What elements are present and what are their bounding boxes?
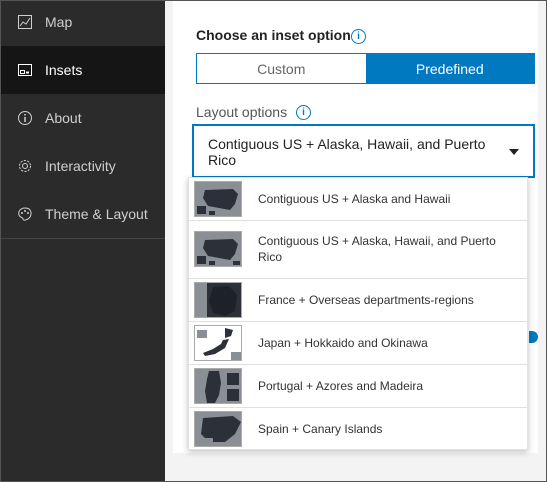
chevron-down-icon xyxy=(509,149,519,155)
palette-icon xyxy=(18,207,32,221)
insets-icon xyxy=(18,64,32,76)
sidebar-item-label: Insets xyxy=(45,62,83,78)
info-icon[interactable]: i xyxy=(296,105,311,120)
list-item[interactable]: Contiguous US + Alaska and Hawaii xyxy=(189,178,527,221)
sidebar-item-label: About xyxy=(45,110,82,126)
option-label: Spain + Canary Islands xyxy=(258,422,383,436)
option-label: Japan + Hokkaido and Okinawa xyxy=(258,336,428,350)
info-icon xyxy=(18,111,32,125)
layout-options-label: Layout options xyxy=(196,104,288,120)
sidebar-item-about[interactable]: About xyxy=(1,94,165,142)
option-label: France + Overseas departments-regions xyxy=(258,293,474,307)
option-label: Contiguous US + Alaska and Hawaii xyxy=(258,192,451,206)
layout-select-value: Contiguous US + Alaska, Hawaii, and Puer… xyxy=(208,136,486,168)
map-icon xyxy=(18,15,32,29)
sidebar-item-interactivity[interactable]: Interactivity xyxy=(1,142,165,190)
spain-map-thumbnail xyxy=(194,411,242,447)
sidebar-item-insets[interactable]: Insets xyxy=(1,46,165,94)
list-item[interactable]: Contiguous US + Alaska, Hawaii, and Puer… xyxy=(189,221,527,279)
france-map-thumbnail xyxy=(194,282,242,318)
sidebar-divider xyxy=(1,238,165,239)
list-item[interactable]: Japan + Hokkaido and Okinawa xyxy=(189,322,527,365)
inset-option-toggle: Custom Predefined xyxy=(196,53,535,84)
sidebar: Map Insets About Interactivity Theme & L… xyxy=(1,1,165,481)
option-label: Portugal + Azores and Madeira xyxy=(258,379,424,393)
sidebar-item-theme-layout[interactable]: Theme & Layout xyxy=(1,190,165,238)
portugal-map-thumbnail xyxy=(194,368,242,404)
us-map-thumbnail xyxy=(194,231,242,267)
section-title: Choose an inset option xyxy=(196,27,351,43)
sidebar-item-map[interactable]: Map xyxy=(1,0,165,46)
hidden-toggle-edge xyxy=(529,331,538,343)
list-item[interactable]: Portugal + Azores and Madeira xyxy=(189,365,527,408)
option-label: Contiguous US + Alaska, Hawaii, and Puer… xyxy=(258,234,496,264)
predefined-tab-button[interactable]: Predefined xyxy=(365,54,534,83)
list-item[interactable]: France + Overseas departments-regions xyxy=(189,279,527,322)
sidebar-item-label: Theme & Layout xyxy=(45,206,148,222)
layout-select[interactable]: Contiguous US + Alaska, Hawaii, and Puer… xyxy=(192,124,535,178)
sidebar-item-label: Interactivity xyxy=(45,158,116,174)
sidebar-item-label: Map xyxy=(45,14,73,30)
us-map-thumbnail xyxy=(194,181,242,217)
list-item[interactable]: Spain + Canary Islands xyxy=(189,408,527,450)
gear-icon xyxy=(19,160,31,172)
japan-map-thumbnail xyxy=(194,325,242,361)
layout-dropdown-list: Contiguous US + Alaska and Hawaii Contig… xyxy=(188,177,528,450)
custom-tab-button[interactable]: Custom xyxy=(197,54,366,83)
info-icon[interactable]: i xyxy=(351,29,366,44)
